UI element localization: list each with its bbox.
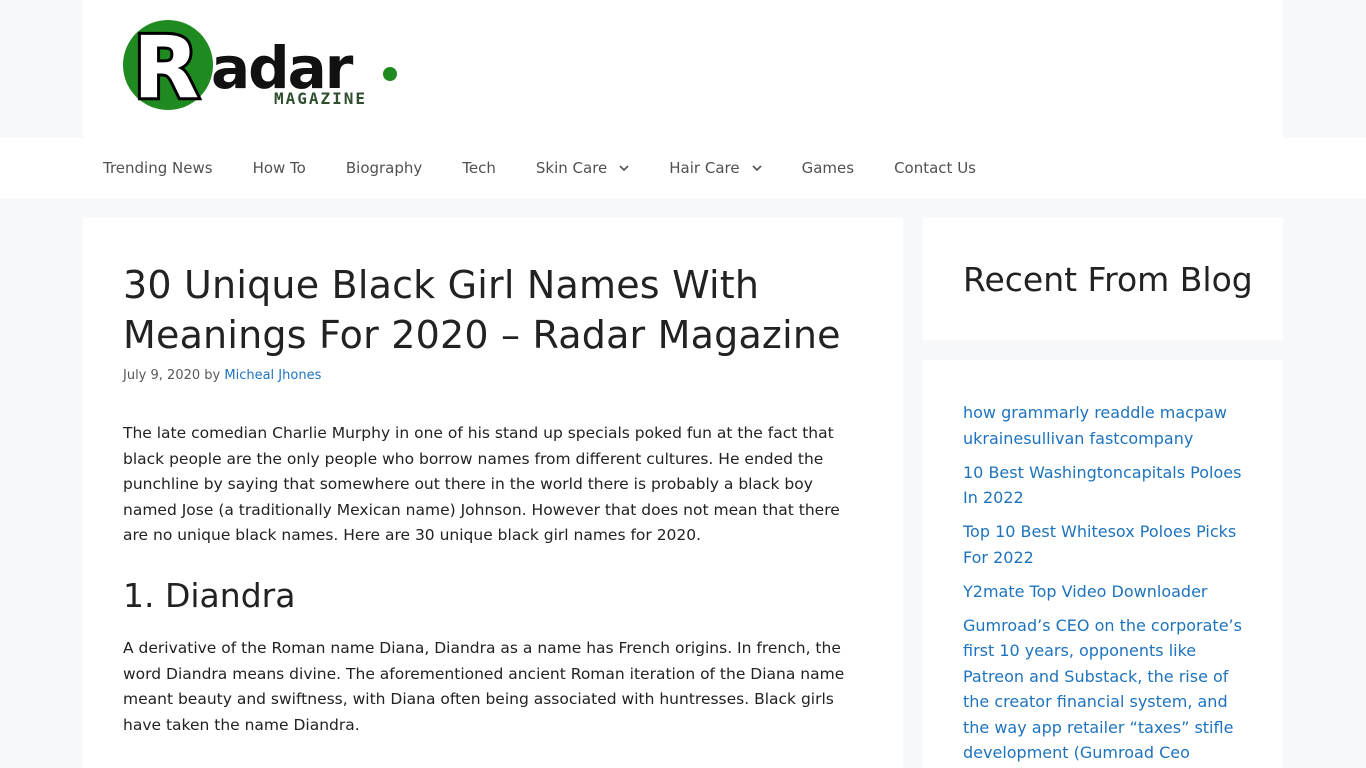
list-item: Y2mate Top Video Downloader	[963, 579, 1253, 605]
list-item: Top 10 Best Whitesox Poloes Picks For 20…	[963, 519, 1253, 570]
svg-text:R: R	[133, 18, 199, 114]
article-date[interactable]: July 9, 2020	[123, 368, 200, 383]
nav-item-label: Hair Care	[669, 159, 740, 177]
chevron-down-icon	[619, 165, 629, 172]
nav-menu: Trending News How To Biography Tech Skin…	[83, 138, 996, 198]
article-intro-paragraph: The late comedian Charlie Murphy in one …	[123, 424, 840, 544]
recent-post-link[interactable]: Top 10 Best Whitesox Poloes Picks For 20…	[963, 519, 1253, 570]
nav-item-contact-us[interactable]: Contact Us	[874, 138, 996, 198]
nav-item-label: How To	[252, 159, 306, 177]
nav-item-label: Trending News	[103, 159, 213, 177]
nav-item-label: Biography	[345, 159, 423, 177]
nav-item-label: Contact Us	[894, 159, 976, 177]
nav-item-label: Tech	[462, 159, 496, 177]
byline-by: by	[204, 368, 221, 383]
sidebar-widget-title: Recent From Blog	[963, 260, 1253, 299]
main-navigation: Trending News How To Biography Tech Skin…	[0, 138, 1366, 198]
section-paragraph: A derivative of the Roman name Diana, Di…	[123, 639, 845, 734]
nav-item-skin-care[interactable]: Skin Care	[516, 138, 649, 198]
nav-item-games[interactable]: Games	[782, 138, 874, 198]
nav-item-how-to[interactable]: How To	[233, 138, 326, 198]
recent-posts-list: how grammarly readdle macpaw ukrainesull…	[963, 400, 1253, 768]
radar-magazine-logo: R adar MAGAZINE	[123, 18, 397, 114]
site-header: R adar MAGAZINE	[83, 0, 1283, 138]
chevron-down-icon	[752, 165, 762, 172]
article-title: 30 Unique Black Girl Names With Meanings…	[123, 263, 841, 357]
author-link[interactable]: Micheal Jhones	[224, 368, 321, 383]
list-item: how grammarly readdle macpaw ukrainesull…	[963, 400, 1253, 451]
nav-item-label: Skin Care	[535, 159, 608, 177]
nav-item-biography[interactable]: Biography	[326, 138, 442, 198]
nav-item-trending-news[interactable]: Trending News	[83, 138, 233, 198]
nav-item-hair-care[interactable]: Hair Care	[649, 138, 781, 198]
svg-text:MAGAZINE: MAGAZINE	[274, 89, 367, 108]
recent-post-link[interactable]: Gumroad’s CEO on the corporate’s first 1…	[963, 613, 1253, 768]
list-item: 10 Best Washingtoncapitals Poloes In 202…	[963, 460, 1253, 511]
recent-post-link[interactable]: how grammarly readdle macpaw ukrainesull…	[963, 400, 1253, 451]
nav-item-label: Games	[801, 159, 855, 177]
article-content: 30 Unique Black Girl Names With Meanings…	[83, 218, 903, 768]
recent-post-link[interactable]: Y2mate Top Video Downloader	[963, 579, 1253, 605]
list-item: Gumroad’s CEO on the corporate’s first 1…	[963, 613, 1253, 768]
nav-item-tech[interactable]: Tech	[442, 138, 516, 198]
sidebar-recent-widget: Recent From Blog	[923, 218, 1283, 340]
section-heading: 1. Diandra	[123, 576, 296, 615]
recent-post-link[interactable]: 10 Best Washingtoncapitals Poloes In 202…	[963, 460, 1253, 511]
site-logo[interactable]: R adar MAGAZINE	[123, 18, 403, 114]
article-meta: July 9, 2020 by Micheal Jhones	[123, 368, 321, 383]
sidebar-posts-widget: how grammarly readdle macpaw ukrainesull…	[923, 360, 1283, 768]
